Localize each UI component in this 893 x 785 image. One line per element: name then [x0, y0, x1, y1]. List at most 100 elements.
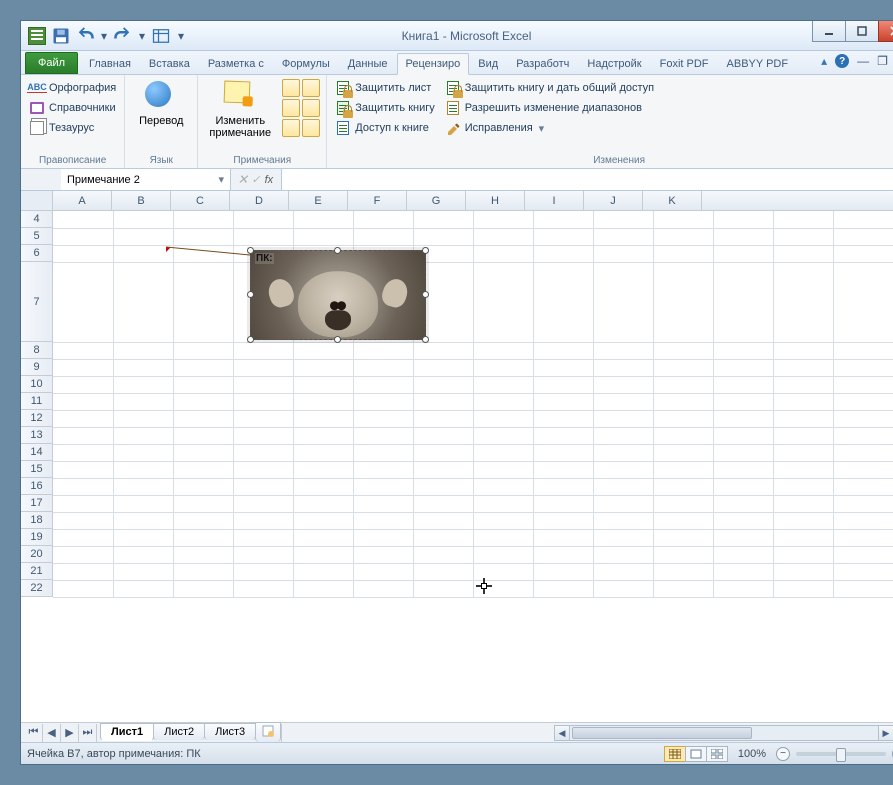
- row-21[interactable]: 21: [21, 563, 53, 580]
- share-workbook-button[interactable]: Доступ к книге: [333, 119, 437, 137]
- resize-handle[interactable]: [334, 247, 341, 254]
- resize-handle[interactable]: [334, 336, 341, 343]
- undo-dropdown[interactable]: ▾: [99, 26, 109, 46]
- redo-button[interactable]: [113, 26, 133, 46]
- row-7[interactable]: 7: [21, 262, 53, 342]
- maximize-button[interactable]: [845, 21, 879, 42]
- new-sheet-button[interactable]: [255, 722, 281, 742]
- zoom-slider[interactable]: [796, 752, 886, 756]
- close-button[interactable]: [878, 21, 893, 42]
- row-16[interactable]: 16: [21, 478, 53, 495]
- resize-handle[interactable]: [422, 291, 429, 298]
- show-all-comments-button[interactable]: [302, 99, 320, 117]
- col-C[interactable]: C: [171, 191, 230, 211]
- comment-box[interactable]: ПК:: [250, 250, 426, 340]
- protect-share-button[interactable]: Защитить книгу и дать общий доступ: [443, 79, 656, 97]
- pagelayout-view-button[interactable]: [685, 746, 707, 762]
- zoom-value[interactable]: 100%: [738, 748, 766, 760]
- protect-workbook-button[interactable]: Защитить книгу: [333, 99, 437, 117]
- tab-view[interactable]: Вид: [469, 53, 507, 74]
- row-17[interactable]: 17: [21, 495, 53, 512]
- hscroll-right-button[interactable]: ▶: [878, 725, 893, 741]
- qat-item[interactable]: [151, 26, 171, 46]
- enter-icon[interactable]: ✓: [251, 173, 260, 186]
- tab-file[interactable]: Файл: [25, 52, 78, 74]
- row-9[interactable]: 9: [21, 359, 53, 376]
- qat-customize-dropdown[interactable]: ▾: [175, 26, 187, 46]
- row-5[interactable]: 5: [21, 228, 53, 245]
- col-F[interactable]: F: [348, 191, 407, 211]
- row-6[interactable]: 6: [21, 245, 53, 262]
- fx-button[interactable]: fx: [265, 174, 274, 186]
- row-4[interactable]: 4: [21, 211, 53, 228]
- track-changes-button[interactable]: Исправления▾: [443, 119, 656, 137]
- col-J[interactable]: J: [584, 191, 643, 211]
- resize-handle[interactable]: [247, 336, 254, 343]
- row-11[interactable]: 11: [21, 393, 53, 410]
- formula-input[interactable]: [281, 169, 893, 190]
- tab-abbyypdf[interactable]: ABBYY PDF: [718, 53, 798, 74]
- tab-review[interactable]: Рецензиро: [397, 53, 470, 75]
- select-all-corner[interactable]: [21, 191, 53, 211]
- row-15[interactable]: 15: [21, 461, 53, 478]
- col-I[interactable]: I: [525, 191, 584, 211]
- sheet-first-button[interactable]: ⏮: [25, 724, 43, 742]
- zoom-out-button[interactable]: −: [776, 747, 790, 761]
- tab-addins[interactable]: Надстройк: [578, 53, 650, 74]
- cancel-icon[interactable]: 🗙: [239, 170, 247, 189]
- edit-comment-button[interactable]: Изменить примечание: [204, 79, 276, 141]
- tab-formulas[interactable]: Формулы: [273, 53, 339, 74]
- minimize-button[interactable]: [812, 21, 846, 42]
- next-comment-button[interactable]: [282, 119, 300, 137]
- row-14[interactable]: 14: [21, 444, 53, 461]
- allow-ranges-button[interactable]: Разрешить изменение диапазонов: [443, 99, 656, 117]
- col-G[interactable]: G: [407, 191, 466, 211]
- workbook-restore-button[interactable]: ❐: [877, 54, 888, 68]
- row-19[interactable]: 19: [21, 529, 53, 546]
- excel-icon[interactable]: [27, 26, 47, 46]
- resize-handle[interactable]: [247, 291, 254, 298]
- col-K[interactable]: K: [643, 191, 702, 211]
- name-box[interactable]: Примечание 2 ▾: [61, 169, 231, 190]
- resize-handle[interactable]: [247, 247, 254, 254]
- hscroll-left-button[interactable]: ◀: [554, 725, 570, 741]
- thesaurus-button[interactable]: Тезаурус: [27, 119, 118, 137]
- sheet-prev-button[interactable]: ◀: [43, 724, 61, 742]
- col-H[interactable]: H: [466, 191, 525, 211]
- show-comment-button[interactable]: [302, 79, 320, 97]
- row-20[interactable]: 20: [21, 546, 53, 563]
- row-18[interactable]: 18: [21, 512, 53, 529]
- cells-area[interactable]: ПК:: [53, 211, 893, 722]
- sheet-tab-2[interactable]: Лист2: [153, 723, 205, 740]
- tab-pagelayout[interactable]: Разметка с: [199, 53, 273, 74]
- research-button[interactable]: Справочники: [27, 99, 118, 117]
- name-box-dropdown-icon[interactable]: ▾: [218, 173, 224, 186]
- col-A[interactable]: A: [53, 191, 112, 211]
- tab-insert[interactable]: Вставка: [140, 53, 199, 74]
- undo-button[interactable]: [75, 26, 95, 46]
- tab-developer[interactable]: Разработч: [507, 53, 578, 74]
- redo-dropdown[interactable]: ▾: [137, 26, 147, 46]
- sheet-last-button[interactable]: ⏭: [79, 724, 97, 742]
- col-E[interactable]: E: [289, 191, 348, 211]
- spelling-button[interactable]: ABCОрфография: [27, 79, 118, 97]
- row-12[interactable]: 12: [21, 410, 53, 427]
- hscroll-track[interactable]: [570, 725, 878, 741]
- workbook-minimize-button[interactable]: —: [857, 54, 869, 68]
- show-ink-button[interactable]: [302, 119, 320, 137]
- normal-view-button[interactable]: [664, 746, 686, 762]
- resize-handle[interactable]: [422, 247, 429, 254]
- sheet-tab-1[interactable]: Лист1: [100, 723, 154, 741]
- tab-foxitpdf[interactable]: Foxit PDF: [651, 53, 718, 74]
- row-8[interactable]: 8: [21, 342, 53, 359]
- row-10[interactable]: 10: [21, 376, 53, 393]
- pagebreak-view-button[interactable]: [706, 746, 728, 762]
- hscroll-thumb[interactable]: [572, 727, 752, 739]
- resize-handle[interactable]: [422, 336, 429, 343]
- horizontal-scrollbar[interactable]: ◀ ▶: [554, 725, 893, 741]
- tab-data[interactable]: Данные: [339, 53, 397, 74]
- sheet-tab-3[interactable]: Лист3: [204, 723, 256, 740]
- row-13[interactable]: 13: [21, 427, 53, 444]
- translate-button[interactable]: Перевод: [131, 79, 191, 129]
- prev-comment-button[interactable]: [282, 99, 300, 117]
